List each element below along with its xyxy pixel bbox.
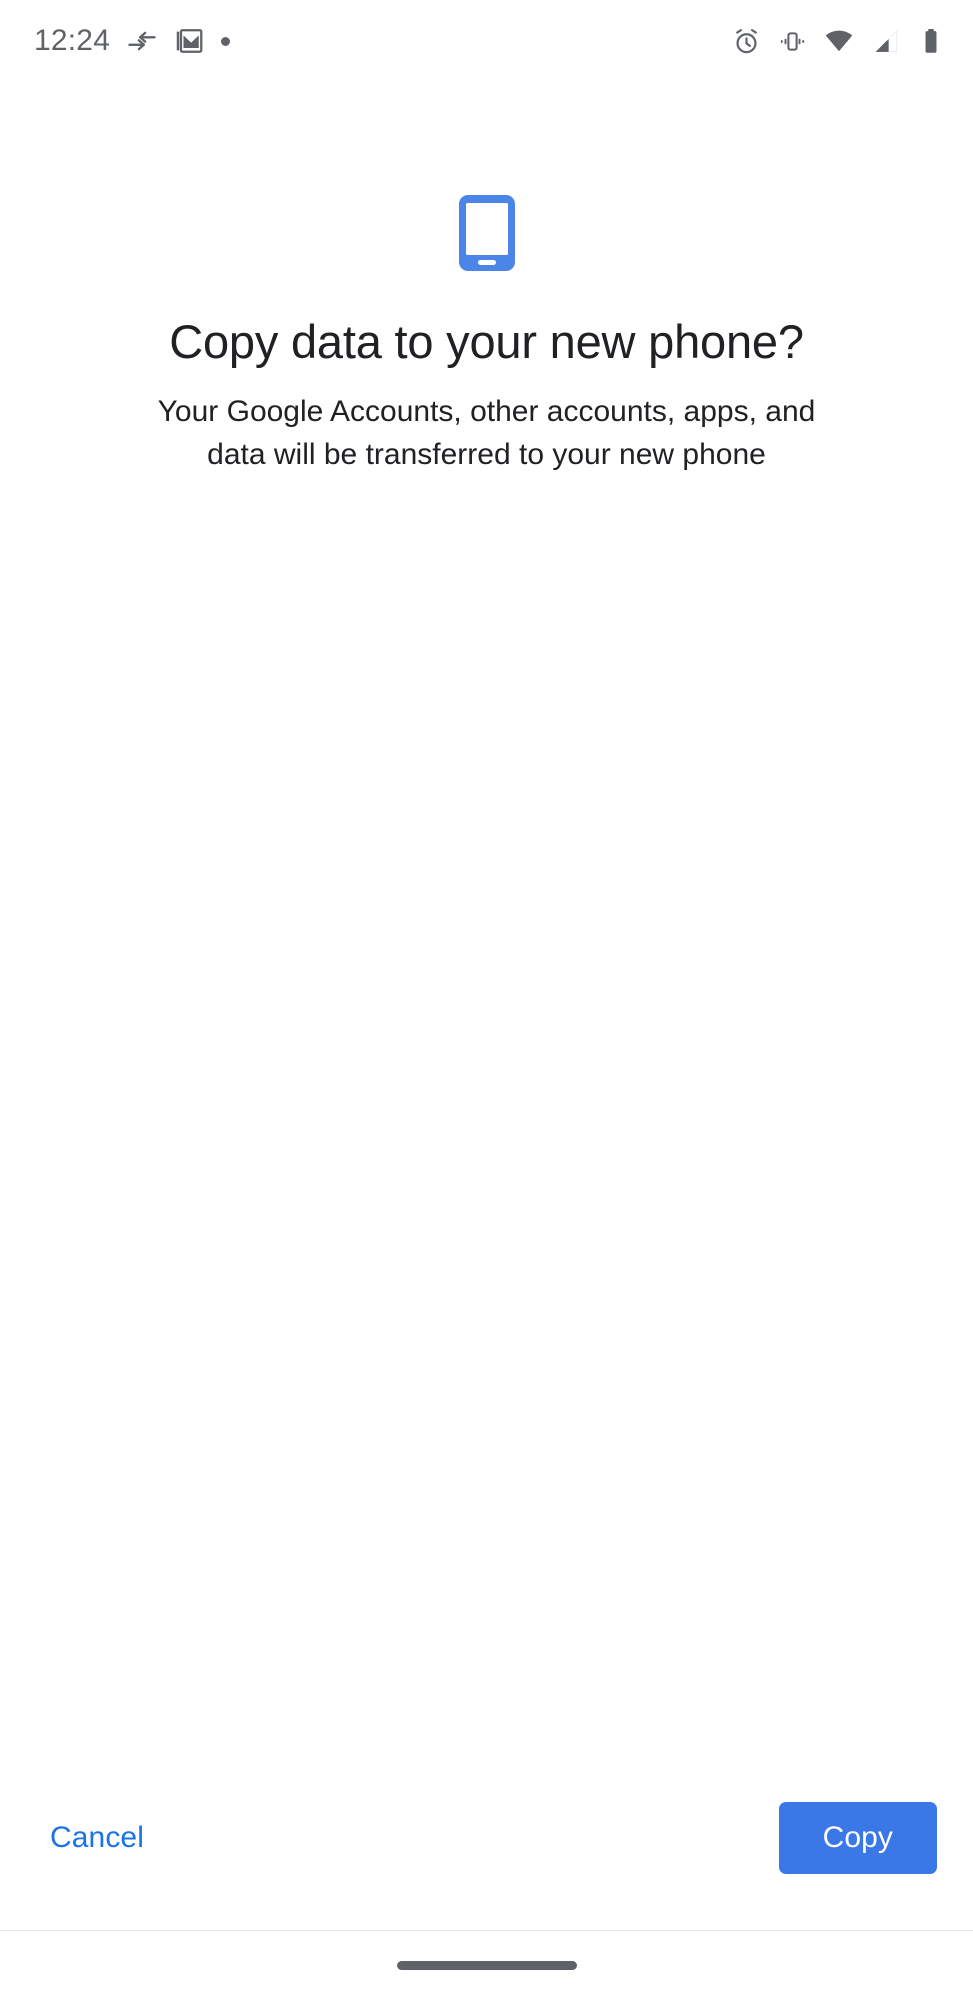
data-transfer-arrows-icon xyxy=(127,26,157,56)
home-gesture-pill-icon[interactable] xyxy=(396,1960,577,1970)
status-bar: 12:24 xyxy=(0,0,973,82)
cancel-button[interactable]: Cancel xyxy=(36,1805,158,1871)
cellular-signal-icon xyxy=(871,27,900,56)
smartphone-icon xyxy=(456,192,518,274)
status-bar-right xyxy=(732,26,945,56)
system-nav-bar xyxy=(0,1931,973,1999)
notification-dot-icon xyxy=(221,36,231,46)
alarm-clock-icon xyxy=(732,27,761,56)
main-content: Copy data to your new phone? Your Google… xyxy=(0,82,973,1802)
phone-screen: 12:24 Copy data to your new phone? Your … xyxy=(0,0,973,1999)
copy-button[interactable]: Copy xyxy=(778,1802,937,1874)
battery-icon xyxy=(917,27,945,55)
wifi-icon xyxy=(824,26,854,56)
status-bar-left: 12:24 xyxy=(34,24,231,57)
status-bar-clock: 12:24 xyxy=(34,24,111,57)
vibrate-icon xyxy=(778,27,807,56)
gmail-icon xyxy=(174,26,204,56)
page-title: Copy data to your new phone? xyxy=(169,315,804,368)
action-bar: Cancel Copy xyxy=(0,1802,973,1930)
page-subtitle: Your Google Accounts, other accounts, ap… xyxy=(157,395,816,472)
